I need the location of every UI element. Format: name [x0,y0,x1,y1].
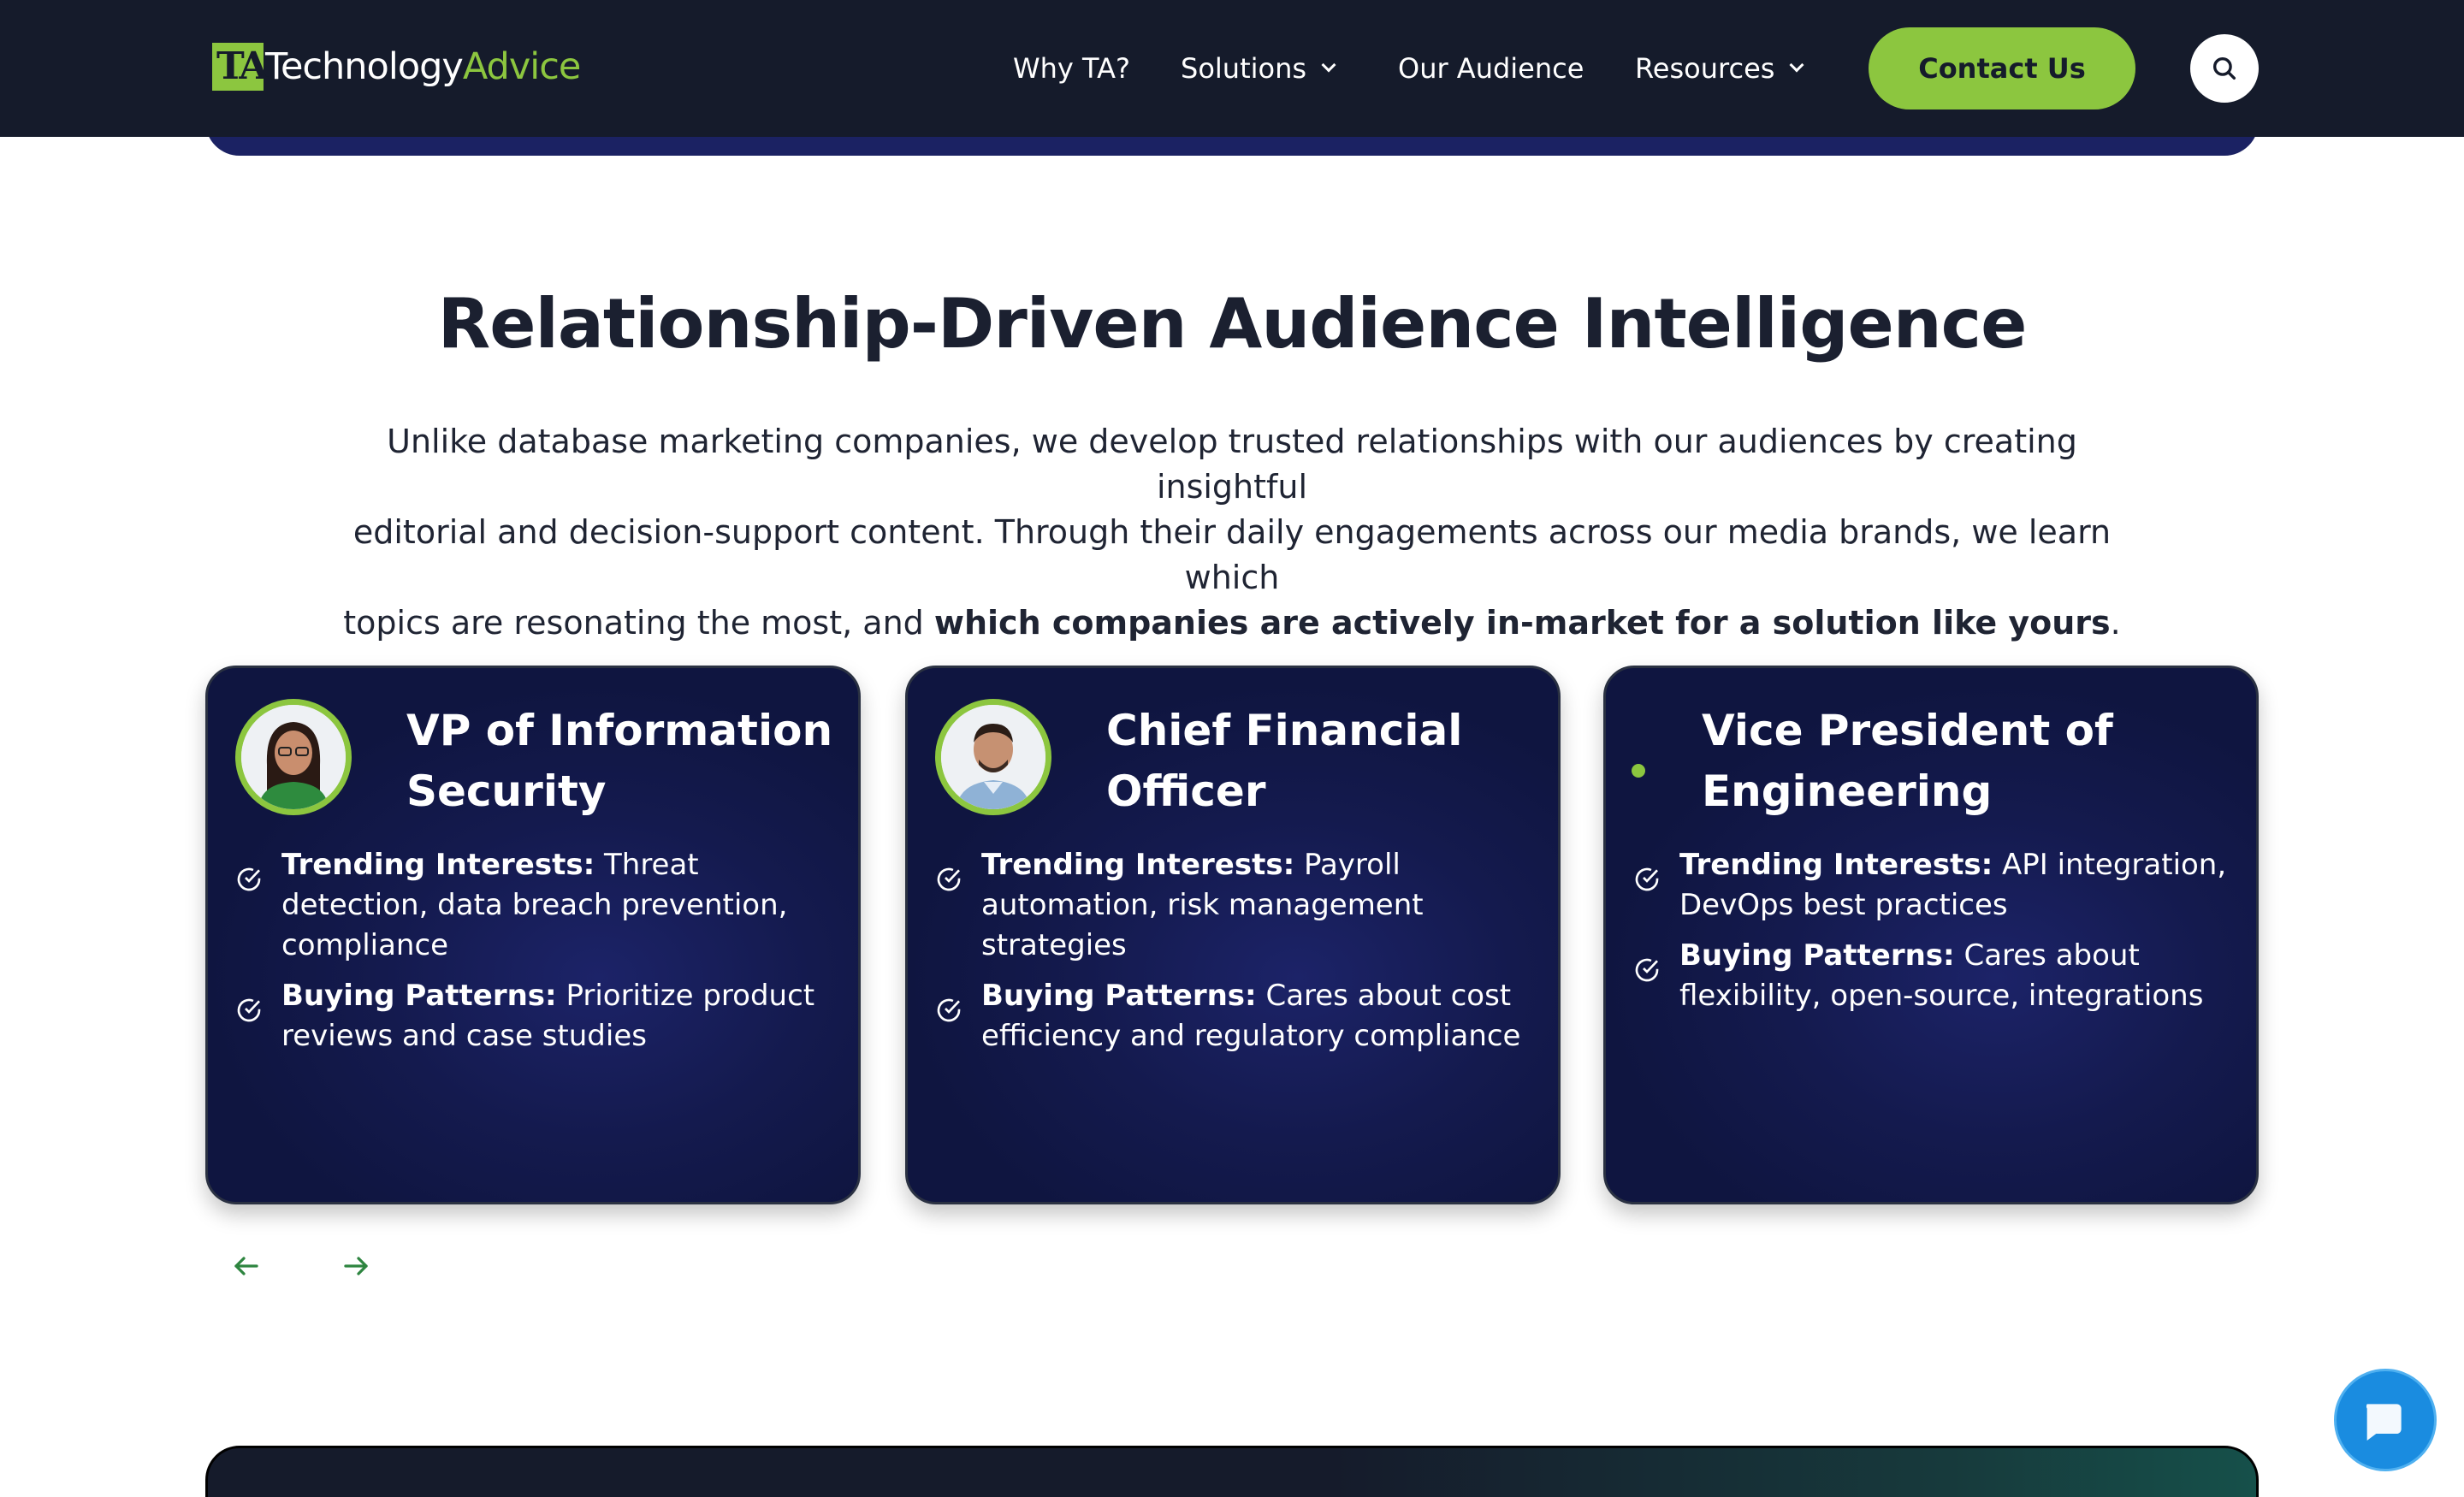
next-section-banner [205,1446,2259,1497]
card-bullets: Trending Interests: Threat detection, da… [235,845,843,1067]
list-item: Trending Interests: Payroll automation, … [935,845,1543,966]
site-header: TA TechnologyAdvice Why TA? Solutions Ou… [0,0,2464,137]
card-bullets: Trending Interests: API integration, Dev… [1633,845,2241,1027]
nav-our-audience[interactable]: Our Audience [1398,50,1584,87]
chevron-down-icon [1789,57,1804,73]
arrow-right-icon[interactable] [339,1251,373,1281]
card-bullets: Trending Interests: Payroll automation, … [935,845,1543,1067]
persona-card-vp-engineering: Vice President of Engineering Trending I… [1603,666,2259,1204]
nav-solutions[interactable]: Solutions [1181,50,1336,87]
check-circle-icon [1635,867,1659,891]
avatar [935,699,1051,815]
check-circle-icon [237,998,261,1022]
chevron-down-icon [1321,57,1336,73]
chat-bubble-icon [2366,1404,2402,1441]
persona-card-vp-infosec: VP of Information Security Trending Inte… [205,666,861,1204]
logo-mark: TA [212,43,269,91]
card-title: Vice President of Engineering [1702,706,2113,816]
list-item: Buying Patterns: Cares about cost effici… [935,976,1543,1056]
list-item: Buying Patterns: Prioritize product revi… [235,976,843,1056]
technologyadvice-logo[interactable]: TA TechnologyAdvice [212,39,581,94]
card-title: Chief Financial Officer [1106,706,1463,816]
section-intro: Unlike database marketing companies, we … [343,423,2121,642]
check-circle-icon [237,867,261,891]
list-item: Buying Patterns: Cares about flexibility… [1633,936,2241,1016]
search-icon [2212,56,2236,80]
search-button[interactable] [2190,34,2259,103]
list-item: Trending Interests: API integration, Dev… [1633,845,2241,926]
nav-why-ta[interactable]: Why TA? [1013,50,1130,87]
avatar [235,699,352,815]
logo-wordmark: TechnologyAdvice [265,45,581,88]
contact-us-button[interactable]: Contact Us [1869,27,2135,109]
nav-resources[interactable]: Resources [1635,50,1804,87]
arrow-left-icon[interactable] [229,1251,264,1281]
persona-card-cfo: Chief Financial Officer Trending Interes… [905,666,1561,1204]
list-item: Trending Interests: Threat detection, da… [235,845,843,966]
chat-widget-button[interactable] [2334,1369,2437,1471]
check-circle-icon [1635,958,1659,982]
section-title: Relationship-Driven Audience Intelligenc… [437,284,2028,364]
avatar-placeholder-dot [1632,764,1645,778]
check-circle-icon [937,998,961,1022]
card-title: VP of Information Security [406,706,833,816]
check-circle-icon [937,867,961,891]
